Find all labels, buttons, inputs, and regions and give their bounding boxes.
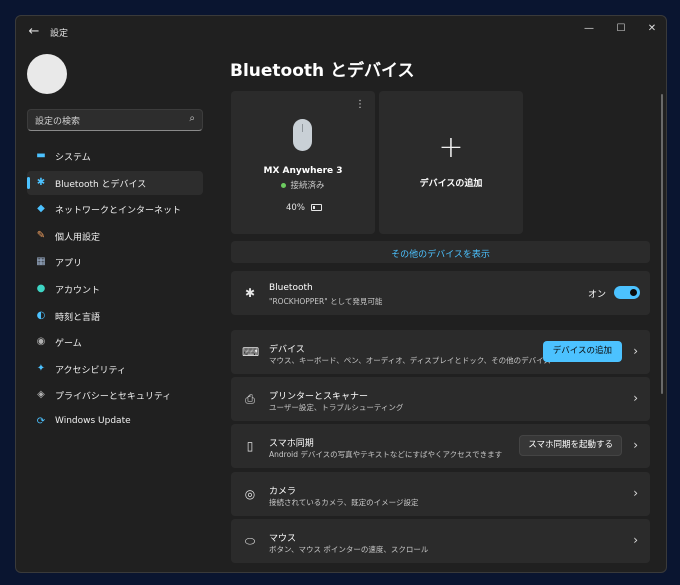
more-options-icon[interactable]: ⋮ [355,99,365,110]
title-bar: ← 設定 — ☐ ✕ [16,16,666,48]
sidebar-item-icon: ✱ [36,176,46,188]
sidebar-item-10[interactable]: ⟳ Windows Update [27,410,203,434]
row-subtitle: Android デバイスの写真やテキストなどにすばやくアクセスできます [269,450,503,459]
battery-icon [310,204,322,211]
sidebar-item-icon: ▦ [36,256,46,268]
bluetooth-subtitle: "ROCKHOPPER" として発見可能 [269,297,383,306]
add-device-card[interactable]: + デバイスの追加 [379,91,523,234]
row-icon: ⎙ [245,392,255,406]
sidebar-item-3[interactable]: ✎ 個人用設定 [27,224,203,248]
row-subtitle: マウス、キーボード、ペン、オーディオ、ディスプレイとドック、その他のデバイス [269,356,551,365]
row-icon: ⌨ [242,345,260,359]
show-more-devices[interactable]: その他のデバイスを表示 [231,241,650,263]
scrollbar[interactable] [661,94,663,394]
search-icon[interactable]: ⌕ [189,113,195,124]
sidebar-item-label: 時刻と言語 [55,312,101,323]
row-icon: ◎ [244,487,256,501]
show-more-link[interactable]: その他のデバイスを表示 [231,247,650,260]
device-name: MX Anywhere 3 [263,166,343,176]
sidebar-item-5[interactable]: ● アカウント [27,277,203,301]
bluetooth-toggle[interactable] [614,286,640,299]
chevron-right-icon[interactable]: › [633,486,638,500]
sidebar-item-icon: ◈ [37,389,45,401]
sidebar-item-label: Windows Update [55,415,131,426]
sidebar-item-label: Bluetooth とデバイス [55,179,147,190]
row-subtitle: ボタン、マウス ポインターの速度、スクロール [269,545,429,554]
chevron-right-icon[interactable]: › [633,533,638,547]
devices-row[interactable]: ⌨ デバイス マウス、キーボード、ペン、オーディオ、ディスプレイとドック、その他のデ… [231,330,650,374]
user-avatar[interactable] [27,54,67,94]
device-card[interactable]: ⋮ MX Anywhere 3 接続済み 40% [231,91,375,234]
row-action-button[interactable]: デバイスの追加 [542,341,622,362]
sidebar-item-label: 個人用設定 [55,232,101,243]
sidebar-item-icon: ● [36,282,46,294]
settings-window: ← 設定 — ☐ ✕ 設定の検索 ⌕ ▬ システム ✱ Bluetooth とデバイス… [15,15,667,573]
bluetooth-icon: ✱ [244,286,256,300]
minimize-icon[interactable]: — [574,20,604,38]
sidebar-item-label: ゲーム [55,339,82,350]
row-subtitle: 接続されているカメラ、既定のイメージ設定 [269,498,419,507]
sidebar-item-9[interactable]: ◈ プライバシーとセキュリティ [27,383,203,407]
sidebar-item-icon: ▬ [36,150,46,161]
row-title: デバイス [269,345,305,355]
device-battery: 40% [286,203,322,213]
printers-row[interactable]: ⎙ プリンターとスキャナー ユーザー設定、トラブルシューティング › [231,377,650,421]
page-title: Bluetooth とデバイス [230,61,415,81]
add-device-label: デバイスの追加 [419,179,483,189]
chevron-right-icon[interactable]: › [633,391,638,405]
chevron-right-icon[interactable]: › [633,344,638,358]
sidebar-item-icon: ◆ [37,203,45,215]
sidebar-item-icon: ◐ [36,309,46,321]
maximize-icon[interactable]: ☐ [606,20,636,38]
sidebar-item-8[interactable]: ✦ アクセシビリティ [27,357,203,381]
close-icon[interactable]: ✕ [637,20,666,38]
device-status-text: 接続済み [290,181,325,191]
mouse-row[interactable]: ⬭ マウス ボタン、マウス ポインターの速度、スクロール › [231,519,650,563]
sidebar-item-label: システム [55,153,91,163]
row-title: プリンターとスキャナー [269,392,369,402]
phone-link-row[interactable]: ▯ スマホ同期 Android デバイスの写真やテキストなどにすばやくアクセスできま… [231,424,650,468]
sidebar-item-2[interactable]: ◆ ネットワークとインターネット [27,197,203,221]
sidebar-item-icon: ✎ [36,229,46,241]
sidebar-item-0[interactable]: ▬ システム [27,144,203,168]
mouse-device-icon [293,119,312,151]
search-input[interactable]: 設定の検索 ⌕ [27,109,203,131]
back-arrow-icon[interactable]: ← [24,24,44,40]
sidebar-item-label: プライバシーとセキュリティ [55,392,172,403]
row-title: カメラ [269,487,297,497]
row-title: スマホ同期 [269,439,314,449]
chevron-right-icon[interactable]: › [633,438,638,452]
bluetooth-toggle-label: オン [587,290,606,300]
row-subtitle: ユーザー設定、トラブルシューティング [269,403,404,412]
sidebar-item-label: アプリ [55,259,83,270]
sidebar-item-icon: ◉ [36,336,46,348]
bluetooth-row: ✱ Bluetooth "ROCKHOPPER" として発見可能 オン [231,271,650,315]
sidebar-item-label: ネットワークとインターネット [55,206,182,217]
camera-row[interactable]: ◎ カメラ 接続されているカメラ、既定のイメージ設定 › [231,472,650,516]
bluetooth-title: Bluetooth [269,283,313,293]
sidebar-item-icon: ⟳ [36,415,46,427]
sidebar-item-icon: ✦ [36,362,46,374]
search-placeholder: 設定の検索 [35,117,81,127]
toggle-knob [630,289,637,296]
row-title: マウス [269,534,297,544]
sidebar-item-label: アカウント [55,285,101,296]
sidebar-item-6[interactable]: ◐ 時刻と言語 [27,304,203,328]
sidebar-item-7[interactable]: ◉ ゲーム [27,330,203,354]
plus-icon: + [438,130,464,165]
battery-percent: 40% [286,203,305,213]
app-title: 設定 [50,29,69,39]
device-status: 接続済み [231,179,375,191]
sidebar-item-4[interactable]: ▦ アプリ [27,250,203,274]
sidebar-nav: ▬ システム ✱ Bluetooth とデバイス ◆ ネットワークとインターネット ✎ 個人用… [27,144,203,437]
row-action-button[interactable]: スマホ同期を起動する [519,435,622,456]
sidebar-item-1[interactable]: ✱ Bluetooth とデバイス [27,170,203,195]
row-icon: ⬭ [244,534,256,548]
sidebar-item-label: アクセシビリティ [55,365,127,376]
row-icon: ▯ [246,439,254,453]
connected-dot-icon [281,183,287,188]
